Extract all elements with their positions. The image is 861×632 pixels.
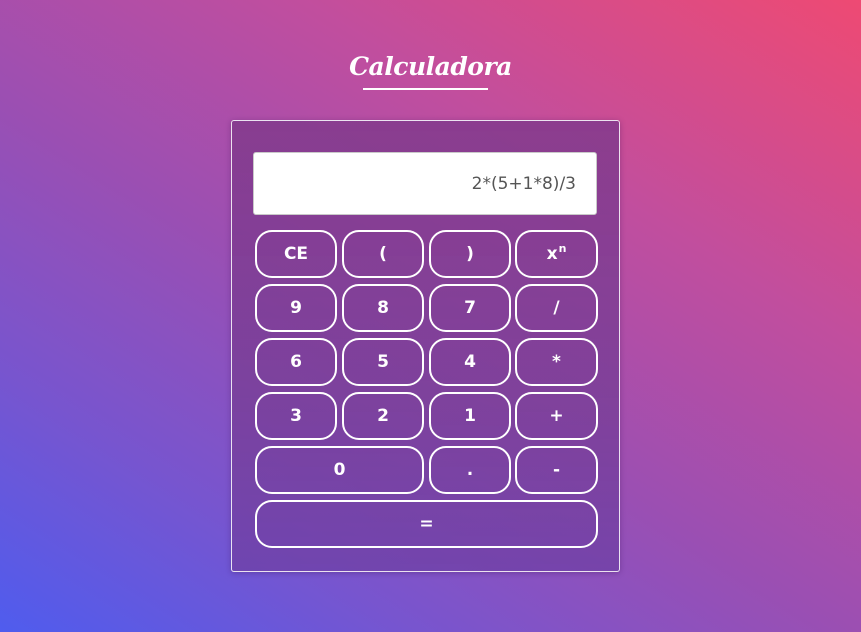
calculator-panel: CE ( ) xn 9 8 7 / 6 5 4 * 3 2 1 + 0 . - … <box>231 120 620 572</box>
divide-button[interactable]: / <box>515 284 598 332</box>
digit-6-button[interactable]: 6 <box>255 338 337 386</box>
decimal-point-button[interactable]: . <box>429 446 511 494</box>
title-underline <box>363 88 488 90</box>
close-paren-button[interactable]: ) <box>429 230 511 278</box>
calculator-display[interactable] <box>253 152 597 215</box>
power-button[interactable]: xn <box>515 230 598 278</box>
digit-0-button[interactable]: 0 <box>255 446 424 494</box>
digit-3-button[interactable]: 3 <box>255 392 337 440</box>
digit-1-button[interactable]: 1 <box>429 392 511 440</box>
plus-button[interactable]: + <box>515 392 598 440</box>
minus-button[interactable]: - <box>515 446 598 494</box>
equals-button[interactable]: = <box>255 500 598 548</box>
digit-8-button[interactable]: 8 <box>342 284 424 332</box>
digit-7-button[interactable]: 7 <box>429 284 511 332</box>
digit-9-button[interactable]: 9 <box>255 284 337 332</box>
clear-entry-button[interactable]: CE <box>255 230 337 278</box>
multiply-button[interactable]: * <box>515 338 598 386</box>
page-title: Calculadora <box>349 52 512 81</box>
open-paren-button[interactable]: ( <box>342 230 424 278</box>
digit-5-button[interactable]: 5 <box>342 338 424 386</box>
digit-4-button[interactable]: 4 <box>429 338 511 386</box>
power-base-label: x <box>546 244 558 264</box>
power-exponent-label: n <box>558 241 567 255</box>
digit-2-button[interactable]: 2 <box>342 392 424 440</box>
